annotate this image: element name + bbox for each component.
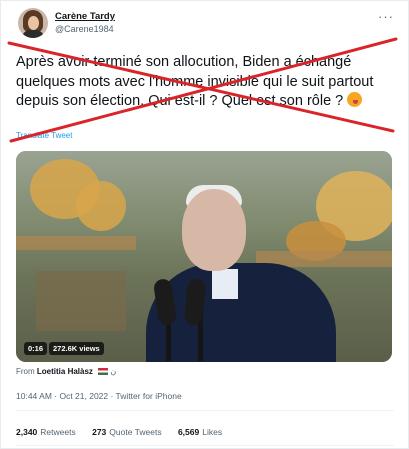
video-attribution: From Loetitia Halàsz ن — [16, 367, 116, 376]
author-handle[interactable]: @Carene1984 — [55, 24, 114, 34]
retweets-stat[interactable]: 2,340 Retweets — [16, 427, 76, 437]
attribution-suffix: ن — [110, 367, 117, 376]
divider-bottom — [16, 445, 394, 446]
quotes-label: Quote Tweets — [109, 427, 162, 437]
likes-stat[interactable]: 6,569 Likes — [178, 427, 222, 437]
avatar[interactable] — [18, 8, 48, 38]
quotes-count: 273 — [92, 427, 107, 437]
engagement-stats: 2,340 Retweets 273 Quote Tweets 6,569 Likes — [16, 427, 236, 437]
attribution-prefix: From — [16, 367, 35, 376]
likes-label: Likes — [202, 427, 223, 437]
likes-count: 6,569 — [177, 427, 200, 437]
video-duration: 0:16 — [24, 342, 48, 355]
more-options-icon[interactable]: ··· — [378, 9, 394, 24]
flag-icon — [98, 368, 109, 375]
tweet-text: Après avoir terminé son allocution, Bide… — [16, 53, 396, 112]
emoji-icon — [347, 92, 363, 107]
translate-link[interactable]: Translate Tweet — [16, 131, 72, 140]
divider — [16, 410, 394, 411]
tweet-timestamp[interactable]: 10:44 AM · Oct 21, 2022 · Twitter for iP… — [16, 391, 182, 401]
attribution-source[interactable]: Loetitia Halàsz — [37, 367, 93, 376]
retweets-count: 2,340 — [16, 427, 38, 437]
quote-tweets-stat[interactable]: 273 Quote Tweets — [92, 427, 161, 437]
retweets-label: Retweets — [40, 427, 76, 437]
tweet-card: Carène Tardy @Carene1984 ··· Après avoir… — [0, 0, 409, 449]
video-views: 272.6K views — [49, 342, 104, 355]
tweet-body: Après avoir terminé son allocution, Bide… — [16, 54, 374, 109]
video-player[interactable]: 0:16 272.6K views — [16, 151, 392, 362]
author-name[interactable]: Carène Tardy — [55, 11, 115, 22]
